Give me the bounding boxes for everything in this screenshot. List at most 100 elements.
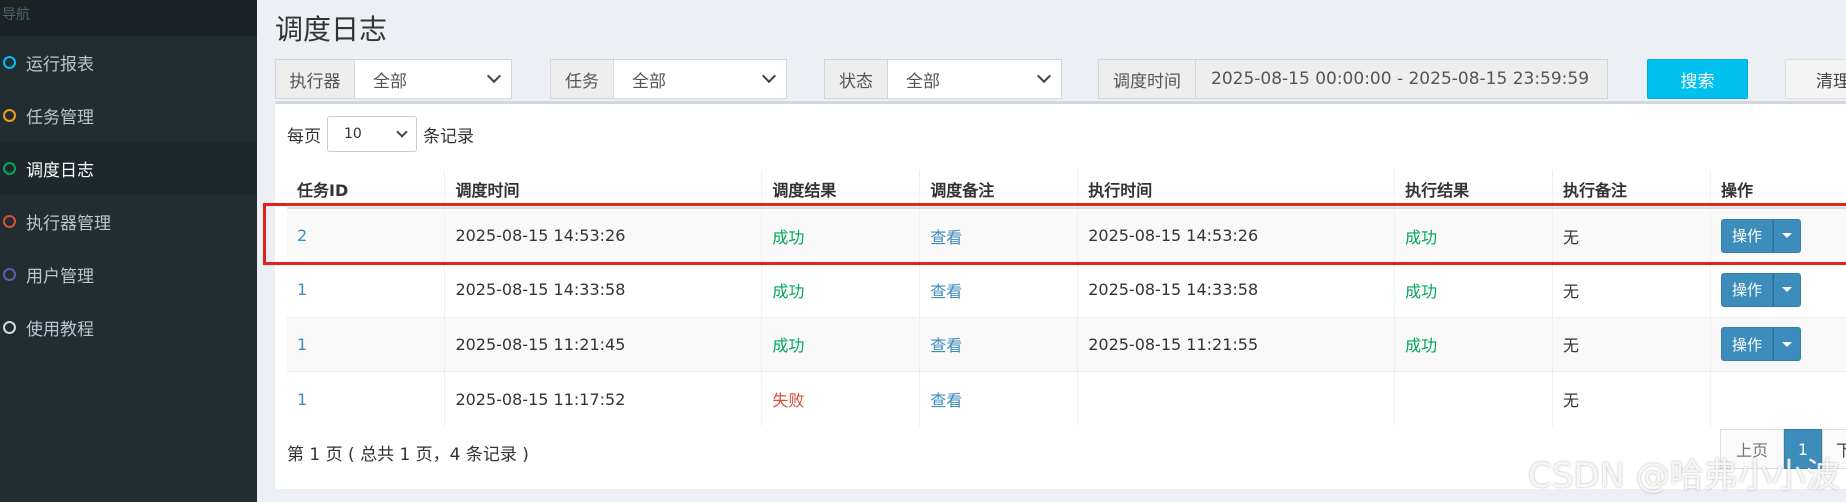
- sidebar-item-users[interactable]: 用户管理: [0, 248, 257, 301]
- operation-cell: 操作: [1710, 316, 1846, 372]
- sidebar-item-executors[interactable]: 执行器管理: [0, 195, 257, 248]
- trigger-note-link[interactable]: 查看: [919, 316, 1079, 372]
- table-row: 1 2025-08-15 11:21:45 成功 查看 2025-08-15 1…: [287, 316, 1846, 372]
- caret-down-icon[interactable]: [1772, 327, 1801, 362]
- sidebar-item-label: 执行器管理: [26, 214, 111, 234]
- handle-result: 成功: [1394, 262, 1554, 317]
- job-id-link[interactable]: 1: [287, 262, 446, 317]
- status-select[interactable]: 全部: [888, 59, 1062, 99]
- trigger-time: 2025-08-15 14:33:58: [444, 262, 763, 317]
- sidebar-item-label: 运行报表: [26, 55, 94, 75]
- sidebar-item-report[interactable]: 运行报表: [0, 36, 257, 89]
- column-header[interactable]: 任务ID: [287, 170, 446, 209]
- operation-button[interactable]: 操作: [1720, 272, 1773, 307]
- time-label: 调度时间: [1098, 59, 1196, 99]
- circle-icon: [3, 215, 16, 228]
- job-filter: 任务 全部: [550, 59, 787, 99]
- column-header[interactable]: 调度结果: [761, 170, 921, 209]
- job-select-value: 全部: [632, 71, 666, 92]
- log-table-box: 每页 10 条记录 任务ID 调度时间 调度结果 调度备注 执行时间 执行结果: [275, 101, 1846, 489]
- operation-cell: [1710, 371, 1846, 426]
- trigger-note-link[interactable]: 查看: [919, 371, 1079, 426]
- sidebar: 导航 运行报表 任务管理 调度日志 执行器管理 用户管理 使用教程: [0, 0, 257, 502]
- handle-time: [1077, 371, 1396, 426]
- operation-button[interactable]: 操作: [1720, 218, 1773, 253]
- trigger-time: 2025-08-15 14:53:26: [444, 207, 763, 263]
- caret-down-icon[interactable]: [1772, 218, 1801, 253]
- handle-result: 成功: [1394, 207, 1554, 263]
- operation-dropdown: 操作: [1720, 218, 1801, 253]
- sidebar-item-label: 用户管理: [26, 267, 94, 287]
- handle-time: 2025-08-15 14:33:58: [1077, 262, 1396, 317]
- column-header[interactable]: 调度备注: [919, 170, 1079, 209]
- trigger-result: 成功: [761, 316, 921, 372]
- page-title: 调度日志: [275, 13, 388, 46]
- sidebar-item-label: 调度日志: [26, 161, 94, 181]
- sidebar-header: 导航: [0, 0, 257, 36]
- time-range-input[interactable]: 2025-08-15 00:00:00 - 2025-08-15 23:59:5…: [1196, 59, 1608, 99]
- trigger-time: 2025-08-15 11:17:52: [444, 371, 763, 426]
- handle-note: 无: [1552, 207, 1711, 263]
- per-page-prefix: 每页: [287, 126, 321, 147]
- status-filter: 状态 全部: [824, 59, 1062, 99]
- trigger-time: 2025-08-15 11:21:45: [444, 316, 763, 372]
- job-select[interactable]: 全部: [614, 59, 787, 99]
- page-length-control: 每页 10 条记录: [287, 116, 474, 152]
- table-row: 1 2025-08-15 14:33:58 成功 查看 2025-08-15 1…: [287, 262, 1846, 317]
- watermark: CSDN @哈弗小小波: [1528, 456, 1840, 496]
- log-table: 任务ID 调度时间 调度结果 调度备注 执行时间 执行结果 执行备注 操作 2 …: [287, 170, 1846, 426]
- table-row: 2 2025-08-15 14:53:26 成功 查看 2025-08-15 1…: [287, 207, 1846, 263]
- column-header[interactable]: 执行结果: [1394, 170, 1554, 209]
- handle-note: 无: [1552, 371, 1711, 426]
- trigger-result: 成功: [761, 207, 921, 263]
- clear-button[interactable]: 清理: [1785, 59, 1846, 99]
- caret-down-icon[interactable]: [1772, 272, 1801, 307]
- column-header[interactable]: 执行备注: [1552, 170, 1711, 209]
- executor-select[interactable]: 全部: [355, 59, 512, 99]
- table-row: 1 2025-08-15 11:17:52 失败 查看 无: [287, 371, 1846, 426]
- chevron-down-icon: [486, 68, 502, 84]
- sidebar-item-joblog[interactable]: 调度日志: [0, 142, 257, 195]
- job-id-link[interactable]: 2: [287, 207, 446, 263]
- circle-icon: [3, 109, 16, 122]
- handle-time: 2025-08-15 14:53:26: [1077, 207, 1396, 263]
- page-length-value: 10: [344, 126, 362, 142]
- job-id-link[interactable]: 1: [287, 316, 446, 372]
- sidebar-item-help[interactable]: 使用教程: [0, 301, 257, 354]
- operation-dropdown: 操作: [1720, 272, 1801, 307]
- operation-cell: 操作: [1710, 207, 1846, 263]
- job-label: 任务: [550, 59, 614, 99]
- executor-label: 执行器: [275, 59, 355, 99]
- chevron-down-icon: [396, 126, 408, 138]
- operation-button[interactable]: 操作: [1720, 327, 1773, 362]
- handle-result: [1394, 371, 1554, 426]
- handle-time: 2025-08-15 11:21:55: [1077, 316, 1396, 372]
- executor-select-value: 全部: [373, 71, 407, 92]
- operation-dropdown: 操作: [1720, 327, 1801, 362]
- table-header-row: 任务ID 调度时间 调度结果 调度备注 执行时间 执行结果 执行备注 操作: [287, 170, 1846, 209]
- trigger-result: 失败: [761, 371, 921, 426]
- main-content: 调度日志 执行器 全部 任务 全部 状态 全部 调度时间 2025-08-15 …: [257, 0, 1846, 502]
- handle-note: 无: [1552, 262, 1711, 317]
- circle-icon: [3, 321, 16, 334]
- operation-cell: 操作: [1710, 262, 1846, 317]
- column-header: 操作: [1710, 170, 1846, 209]
- handle-result: 成功: [1394, 316, 1554, 372]
- executor-filter: 执行器 全部: [275, 59, 512, 99]
- page-length-select[interactable]: 10: [327, 116, 417, 152]
- status-select-value: 全部: [906, 71, 940, 92]
- column-header[interactable]: 执行时间: [1077, 170, 1396, 209]
- chevron-down-icon: [1036, 68, 1052, 84]
- search-button[interactable]: 搜索: [1647, 59, 1748, 99]
- circle-icon: [3, 162, 16, 175]
- column-header[interactable]: 调度时间: [444, 170, 763, 209]
- trigger-result: 成功: [761, 262, 921, 317]
- time-filter: 调度时间 2025-08-15 00:00:00 - 2025-08-15 23…: [1098, 59, 1608, 99]
- trigger-note-link[interactable]: 查看: [919, 262, 1079, 317]
- circle-icon: [3, 56, 16, 69]
- sidebar-item-jobs[interactable]: 任务管理: [0, 89, 257, 142]
- table-info: 第 1 页 ( 总共 1 页，4 条记录 ): [287, 445, 529, 465]
- trigger-note-link[interactable]: 查看: [919, 207, 1079, 263]
- job-id-link[interactable]: 1: [287, 371, 446, 426]
- circle-icon: [3, 268, 16, 281]
